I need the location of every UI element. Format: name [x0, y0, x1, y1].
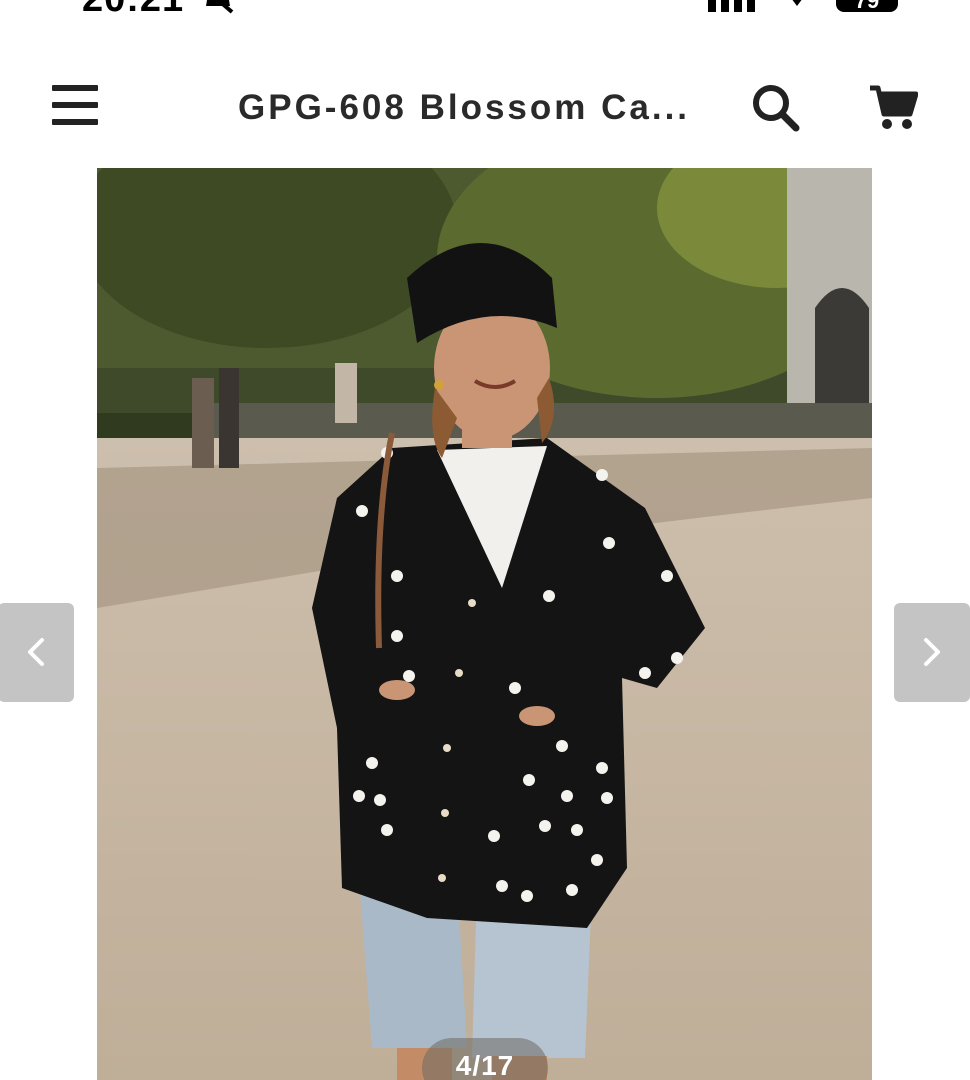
cart-icon[interactable] [868, 84, 918, 130]
battery-level: 79 [836, 0, 898, 12]
image-counter: 4/17 [422, 1038, 548, 1080]
status-bar: 20:21 79 [0, 0, 970, 20]
image-counter-text: 4/17 [455, 1050, 515, 1080]
search-icon[interactable] [750, 82, 800, 132]
status-time: 20:21 [82, 0, 184, 20]
product-photo-illustration [97, 168, 872, 1080]
cellular-signal-icon [708, 0, 755, 12]
previous-image-button[interactable] [0, 603, 74, 702]
bell-slash-icon [206, 0, 234, 14]
product-page: 20:21 79 GPG-608 Blossom Ca... [0, 0, 970, 1080]
next-image-button[interactable] [894, 603, 970, 702]
battery-icon: 79 [836, 0, 898, 12]
chevron-left-icon [28, 638, 44, 666]
page-title: GPG-608 Blossom Ca... [238, 88, 691, 127]
chevron-right-icon [924, 638, 940, 666]
header: GPG-608 Blossom Ca... [0, 60, 970, 155]
wifi-icon [792, 0, 802, 6]
hamburger-menu-icon[interactable] [52, 85, 98, 125]
product-photo[interactable]: 4/17 [97, 168, 872, 1080]
